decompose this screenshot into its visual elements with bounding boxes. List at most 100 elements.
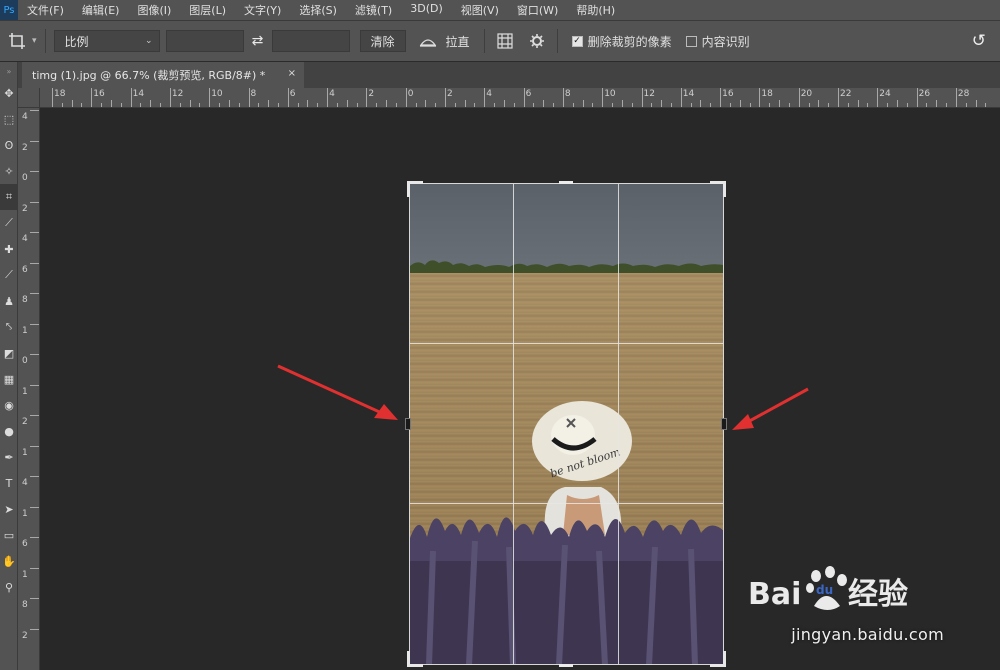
ruler-label: 4 — [22, 478, 28, 488]
history-brush-icon[interactable]: ⤣ — [0, 314, 18, 340]
gear-icon[interactable] — [525, 29, 549, 53]
menu-item[interactable]: 文件(F) — [18, 2, 73, 18]
move-icon[interactable]: ✥ — [0, 80, 18, 106]
ratio-select[interactable]: 比例 ⌄ — [53, 30, 160, 52]
eyedropper-icon[interactable]: ⟋ — [0, 210, 18, 236]
ruler-tick — [464, 100, 466, 107]
menu-item[interactable]: 窗口(W) — [508, 2, 567, 18]
type-icon[interactable]: T — [0, 470, 18, 496]
level-icon[interactable] — [416, 29, 440, 53]
menu-item[interactable]: 图层(L) — [180, 2, 235, 18]
delete-cropped-label: 删除裁剪的像素 — [587, 34, 672, 49]
lasso-icon[interactable]: ʘ — [0, 132, 18, 158]
zoom-icon[interactable]: ⚲ — [0, 574, 18, 600]
tool-list: ✥ ⬚ ʘ ✧ ⌗ ⟋ ✚ ⟋ ♟ ⤣ ◩ ▦ ◉ ● ✒ T ➤ ▭ ✋ ⚲ — [0, 80, 18, 600]
ruler-label: 6 — [22, 539, 28, 549]
ruler-label: 8 — [564, 89, 571, 99]
brush-icon[interactable]: ⟋ — [0, 262, 18, 288]
crop-handle-top-left[interactable] — [407, 181, 410, 197]
crop-icon[interactable] — [2, 26, 32, 56]
photoshop-logo-icon[interactable]: Ps — [0, 0, 18, 20]
checkbox-checked-icon[interactable]: ✓ — [571, 35, 583, 47]
ruler-label: 8 — [22, 295, 28, 305]
document-tab-title: timg (1).jpg @ 66.7% (裁剪预览, RGB/8#) * — [32, 69, 266, 82]
pen-icon[interactable]: ✒ — [0, 444, 18, 470]
menu-item[interactable]: 3D(D) — [401, 2, 452, 18]
stamp-icon[interactable]: ♟ — [0, 288, 18, 314]
ruler-tick — [729, 103, 731, 107]
crop-handle-top[interactable] — [559, 181, 573, 184]
ruler-label: 8 — [22, 600, 28, 610]
ruler-label: 28 — [957, 89, 970, 99]
ruler-tick — [30, 537, 39, 538]
gradient-icon[interactable]: ▦ — [0, 366, 18, 392]
ruler-tick — [946, 103, 947, 107]
ruler-tick — [366, 88, 368, 107]
hand-icon[interactable]: ✋ — [0, 548, 18, 574]
ruler-tick — [30, 415, 39, 416]
eraser-icon[interactable]: ◩ — [0, 340, 18, 366]
magic-wand-icon[interactable]: ✧ — [0, 158, 18, 184]
marquee-icon[interactable]: ⬚ — [0, 106, 18, 132]
menu-item[interactable]: 编辑(E) — [73, 2, 129, 18]
ruler-tick — [759, 88, 761, 107]
ruler-tick — [386, 100, 387, 107]
healing-icon[interactable]: ✚ — [0, 236, 18, 262]
grid-overlay-icon[interactable] — [493, 29, 517, 53]
content-aware-checkbox[interactable]: 内容识别 — [685, 33, 750, 50]
crop-handle-left[interactable] — [405, 418, 411, 430]
ruler-tick — [641, 88, 643, 107]
menu-bar: Ps 文件(F) 编辑(E) 图像(I) 图层(L) 文字(Y) 选择(S) 滤镜(T) 3D… — [0, 0, 1000, 20]
path-select-icon[interactable]: ➤ — [0, 496, 18, 522]
ruler-tick — [739, 100, 741, 107]
horizontal-ruler[interactable]: 18 16 14 12 10 8 6 4 2 0 2 4 6 8 10 12 14 16 18 20 22 24 26 28 — [40, 88, 1000, 108]
menu-item[interactable]: 滤镜(T) — [346, 2, 401, 18]
clear-label: 清除 — [370, 34, 395, 49]
crop-box[interactable] — [409, 183, 724, 665]
ruler-tick — [30, 384, 39, 386]
checkbox-unchecked-icon[interactable] — [685, 35, 697, 47]
menu-item[interactable]: 选择(S) — [290, 2, 346, 18]
crop-handle-bottom-right[interactable] — [723, 651, 726, 667]
ruler-tick — [71, 100, 73, 107]
ruler-tick — [553, 103, 554, 107]
crop-icon[interactable]: ⌗ — [0, 184, 18, 210]
ruler-origin[interactable] — [18, 88, 40, 108]
ruler-tick — [503, 100, 505, 107]
clear-button[interactable]: 清除 — [359, 30, 406, 52]
ruler-tick — [277, 103, 279, 107]
crop-handle-top-right[interactable] — [723, 181, 726, 197]
swap-icon[interactable]: ⇄ — [244, 33, 272, 49]
panel-collapse-icon[interactable]: » — [0, 62, 18, 80]
rectangle-icon[interactable]: ▭ — [0, 522, 18, 548]
width-field[interactable] — [165, 30, 244, 52]
dodge-icon[interactable]: ● — [0, 418, 18, 444]
crop-handle-right[interactable] — [721, 418, 727, 430]
document-tab[interactable]: timg (1).jpg @ 66.7% (裁剪预览, RGB/8#) * × — [22, 62, 304, 88]
menu-item[interactable]: 图像(I) — [128, 2, 180, 18]
undo-icon[interactable]: ↺ — [972, 31, 986, 51]
height-field[interactable] — [271, 30, 350, 52]
ruler-tick — [297, 103, 299, 107]
menu-item[interactable]: 文字(Y) — [235, 2, 290, 18]
ruler-tick — [228, 100, 230, 107]
ruler-tick — [30, 262, 39, 264]
menu-item[interactable]: 帮助(H) — [567, 2, 624, 18]
delete-cropped-pixels-checkbox[interactable]: ✓ 删除裁剪的像素 — [571, 33, 672, 50]
crop-handle-bottom[interactable] — [559, 664, 573, 667]
ruler-tick — [700, 100, 702, 107]
blur-icon[interactable]: ◉ — [0, 392, 18, 418]
ruler-tick — [268, 100, 270, 107]
ruler-label: 2 — [447, 89, 453, 99]
ruler-tick — [543, 100, 545, 107]
ruler-label: 18 — [54, 89, 66, 99]
close-icon[interactable]: × — [288, 68, 296, 79]
straighten-label[interactable]: 拉直 — [446, 33, 470, 50]
crop-handle-bottom-left[interactable] — [407, 651, 410, 667]
ruler-tick — [857, 100, 859, 107]
ruler-tick — [769, 103, 771, 107]
tool-preset-chevron-icon[interactable]: ▾ — [32, 36, 37, 46]
vertical-ruler[interactable]: 420246810121416182 — [18, 108, 40, 670]
menu-item[interactable]: 视图(V) — [452, 2, 508, 18]
ruler-label: 18 — [761, 89, 773, 99]
